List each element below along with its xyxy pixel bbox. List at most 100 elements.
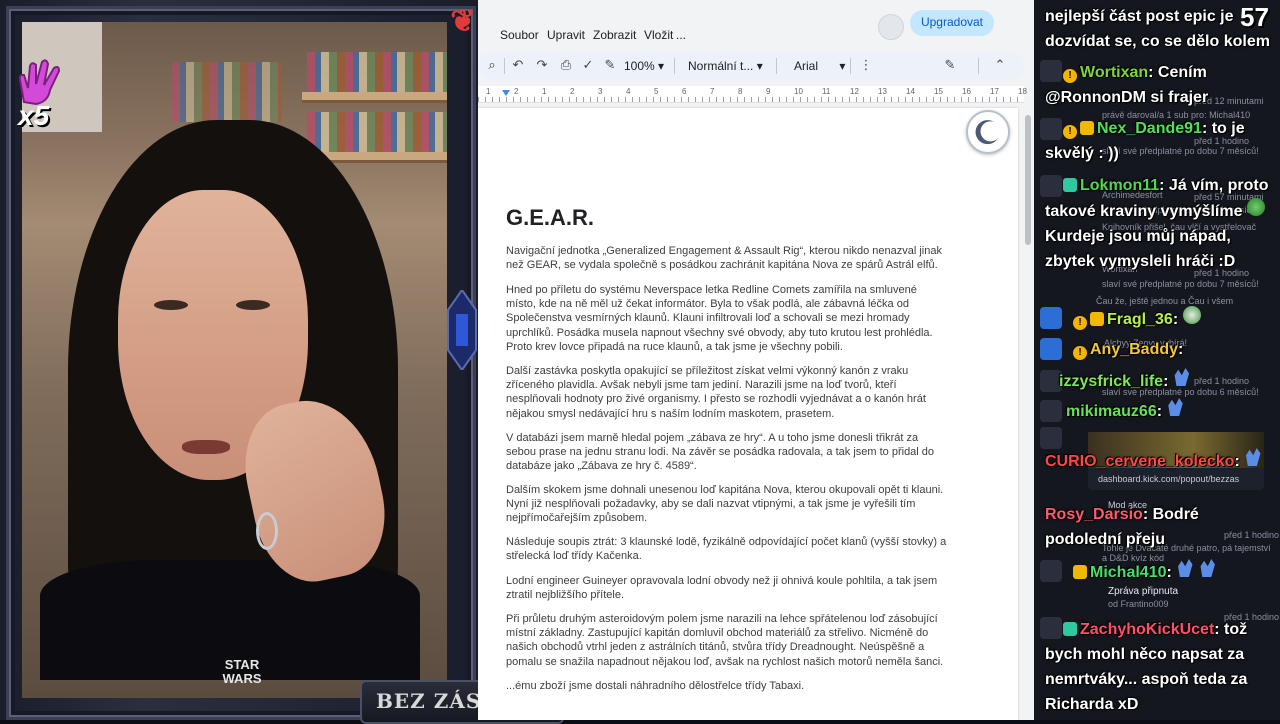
paragraph: Dalším skokem jsme dohnali unesenou loď … bbox=[506, 484, 944, 525]
pendant-text: STAR WARS bbox=[222, 657, 262, 686]
emote-icon bbox=[1246, 198, 1265, 216]
chat-message: Michal410: bbox=[1045, 559, 1275, 585]
chat-username[interactable]: Lokmon11 bbox=[1080, 177, 1159, 194]
sub-badge-icon bbox=[1063, 622, 1077, 636]
chat-text: : bbox=[1172, 311, 1179, 328]
toolbar-divider bbox=[776, 58, 777, 74]
chat-message: ! Any_Baddy: bbox=[1045, 337, 1275, 362]
style-select[interactable]: Normální t... ▾ bbox=[688, 56, 763, 76]
d20-logo-icon: ❦ bbox=[450, 4, 476, 39]
moon-icon bbox=[975, 120, 998, 145]
chat-text: : bbox=[1163, 373, 1169, 390]
chat-message: ! Nex_Dande91: to je skvělý : )) bbox=[1045, 116, 1275, 166]
viewer-count: 57 bbox=[1240, 2, 1269, 32]
chat-username[interactable]: Michal410 bbox=[1090, 564, 1166, 581]
chat-text: nejlepší část post epic je dozvídat se, … bbox=[1045, 8, 1270, 50]
style-value: Normální t... bbox=[688, 59, 754, 73]
redo-icon[interactable]: ↷ bbox=[532, 56, 552, 76]
coin-badge-icon: ! bbox=[1073, 316, 1087, 330]
chat-username[interactable]: Nex_Dande91 bbox=[1097, 120, 1202, 137]
chat-text: : bbox=[1234, 453, 1240, 470]
account-avatar[interactable] bbox=[878, 14, 904, 40]
toolbar-divider bbox=[850, 58, 851, 74]
scrollbar-thumb[interactable] bbox=[1025, 115, 1031, 245]
menu-more[interactable]: ... bbox=[676, 28, 686, 42]
crown-badge-icon bbox=[1090, 312, 1104, 326]
ruler-number: 13 bbox=[878, 87, 887, 96]
chat-username[interactable]: mikimauz66 bbox=[1066, 403, 1157, 420]
coin-badge-icon: ! bbox=[1073, 346, 1087, 360]
menu-view[interactable]: Zobrazit bbox=[593, 28, 636, 42]
chat-username[interactable]: Wortixan bbox=[1080, 64, 1148, 81]
ruler-number: 14 bbox=[906, 87, 915, 96]
shelf-items bbox=[307, 52, 447, 92]
ruler-number: 18 bbox=[1018, 87, 1027, 96]
print-icon[interactable]: ⎙ bbox=[556, 56, 576, 76]
ruler-number: 6 bbox=[682, 87, 687, 96]
frame-gem-icon bbox=[447, 290, 477, 370]
hand-emote-icon bbox=[1246, 448, 1261, 466]
chat-message: Rosy_Darsio: Bodré podolední přeju bbox=[1045, 502, 1275, 552]
zoom-select[interactable]: 100% ▾ bbox=[624, 56, 664, 76]
chat-username[interactable]: Rosy_Darsio bbox=[1045, 506, 1143, 523]
paragraph: ...ému zboží jsme dostali náhradního děl… bbox=[506, 680, 805, 692]
ruler[interactable]: 1 2 1 2 3 4 5 6 7 8 9 10 11 12 13 14 15 16 17 18 bbox=[478, 86, 1027, 103]
ruler-number: 16 bbox=[962, 87, 971, 96]
editing-pencil-icon[interactable]: ✎ bbox=[940, 56, 960, 76]
emote-icon bbox=[1182, 306, 1201, 324]
hand-emote-icon bbox=[1168, 398, 1183, 416]
paragraph: Další zastávka poskytla opakující se pří… bbox=[506, 365, 926, 420]
chat-username[interactable]: Any_Baddy bbox=[1090, 341, 1178, 358]
indent-marker-icon[interactable] bbox=[502, 90, 510, 96]
font-select[interactable]: Arial ▾ bbox=[794, 56, 845, 76]
paragraph: Při průletu druhým asteroidovým polem js… bbox=[506, 613, 944, 668]
shelf-items bbox=[307, 112, 447, 152]
search-icon[interactable]: ⌕ bbox=[482, 56, 502, 76]
chat-username[interactable]: Fragl_36 bbox=[1107, 311, 1173, 328]
toolbar-divider bbox=[674, 58, 675, 74]
font-value: Arial bbox=[794, 59, 819, 73]
chat-text: : bbox=[1156, 403, 1163, 420]
paint-format-icon[interactable]: ✎ bbox=[600, 56, 620, 76]
mouth bbox=[182, 440, 230, 454]
chat-user-avatar bbox=[1040, 427, 1062, 449]
ruler-number: 17 bbox=[990, 87, 999, 96]
ruler-number: 5 bbox=[654, 87, 659, 96]
ruler-number: 15 bbox=[934, 87, 943, 96]
undo-icon[interactable]: ↶ bbox=[508, 56, 528, 76]
chat-message: ! Fragl_36: bbox=[1045, 306, 1275, 332]
dark-mode-moon-icon[interactable] bbox=[966, 110, 1010, 154]
ruler-number: 2 bbox=[514, 87, 519, 96]
ruler-number: 7 bbox=[710, 87, 715, 96]
ring bbox=[256, 512, 278, 550]
paragraph: Lodní engineer Guineyer opravovala lodní… bbox=[506, 575, 938, 602]
ruler-number: 9 bbox=[766, 87, 771, 96]
chat-username[interactable]: izzysfrick_life bbox=[1059, 373, 1163, 390]
toolbar-divider bbox=[504, 58, 505, 74]
more-options-icon[interactable]: ⋮ bbox=[856, 56, 876, 76]
chat-message: CURIO_cervene_kolecko: bbox=[1045, 448, 1275, 474]
paragraph: V databázi jsem marně hledal pojem „zába… bbox=[506, 432, 935, 473]
coin-badge-icon: ! bbox=[1063, 125, 1077, 139]
chat-message: Lokmon11: Já vím, proto takové kraviny v… bbox=[1045, 173, 1275, 274]
collapse-chevron-icon[interactable]: ⌃ bbox=[990, 56, 1010, 76]
menu-insert[interactable]: Vložit bbox=[644, 28, 673, 42]
menu-edit[interactable]: Upravit bbox=[547, 28, 585, 42]
chat-username[interactable]: CURIO_cervene_kolecko bbox=[1045, 453, 1234, 470]
chevron-down-icon: ▾ bbox=[839, 59, 846, 73]
toolbar: ⌕ ↶ ↷ ⎙ ✓ ✎ 100% ▾ Normální t... ▾ Arial… bbox=[478, 52, 1024, 80]
ruler-number: 3 bbox=[598, 87, 603, 96]
ruler-number: 4 bbox=[626, 87, 631, 96]
ruler-number: 1 bbox=[542, 87, 547, 96]
multiplier-label: x5 bbox=[18, 100, 50, 131]
chat-username[interactable]: ZachyhoKickUcet bbox=[1080, 621, 1214, 638]
zoom-value: 100% bbox=[624, 59, 655, 73]
spellcheck-icon[interactable]: ✓ bbox=[578, 56, 598, 76]
menu-file[interactable]: Soubor bbox=[500, 28, 539, 42]
document-page[interactable]: G.E.A.R. Navigační jednotka „Generalized… bbox=[478, 108, 1018, 720]
ruler-number: 11 bbox=[822, 87, 831, 96]
chat-message: mikimauz66: bbox=[1045, 398, 1275, 424]
shelf bbox=[302, 92, 447, 103]
upgrade-button[interactable]: Upgradovat bbox=[910, 10, 994, 36]
chevron-down-icon: ▾ bbox=[658, 59, 665, 73]
